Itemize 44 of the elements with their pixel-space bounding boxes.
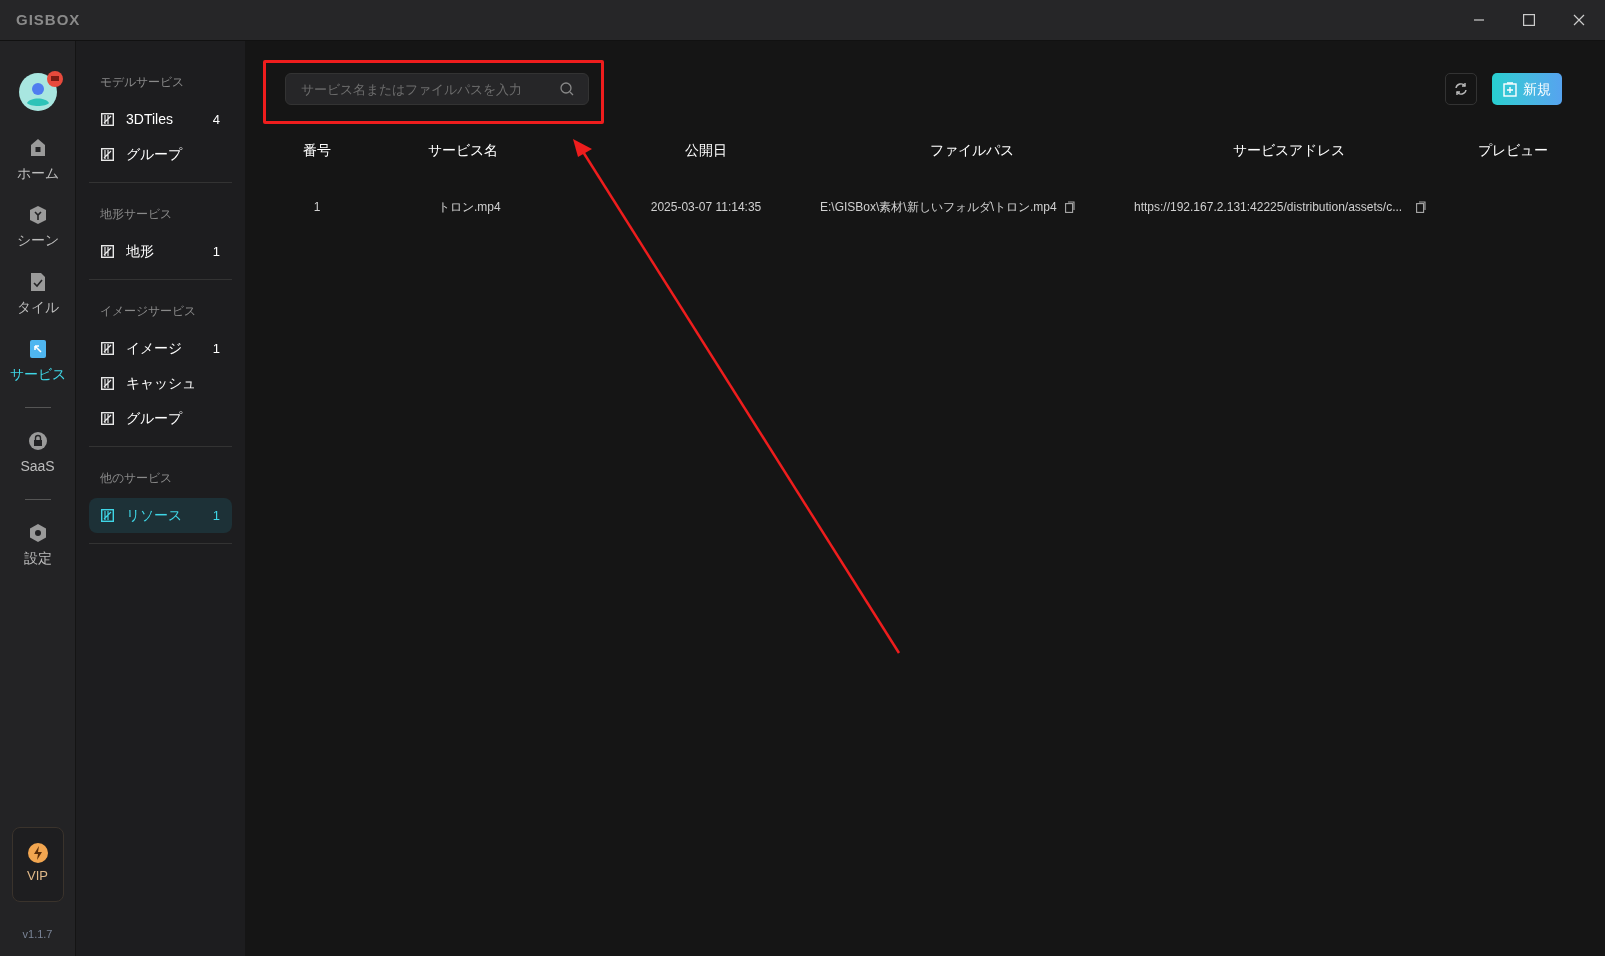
copy-icon[interactable]	[1416, 201, 1427, 213]
nav-item[interactable]: シーン	[2, 194, 73, 261]
section-title: 地形サービス	[99, 206, 173, 223]
table-cell-text: E:\GISBox\素材\新しいフォルダ\トロン.mp4	[820, 199, 1057, 216]
column-header: プレビュー	[1477, 140, 1549, 160]
refresh-icon	[1453, 81, 1469, 97]
column-header: 公開日	[684, 140, 728, 160]
nav-item[interactable]: ホーム	[2, 127, 73, 194]
sidebar-item[interactable]: イメージ 1	[89, 331, 232, 366]
nav-item[interactable]: タイル	[2, 261, 73, 328]
nav-item[interactable]: SaaS	[2, 420, 73, 487]
sidebar-item[interactable]: グループ	[89, 401, 232, 436]
refresh-button[interactable]	[1445, 73, 1477, 105]
table-cell-text: トロン.mp4	[437, 199, 502, 216]
section-title: モデルサービス	[99, 74, 185, 91]
sidebar-item[interactable]: キャッシュ	[89, 366, 232, 401]
nav-item[interactable]: 設定	[2, 512, 73, 579]
maximize-icon	[1523, 14, 1535, 26]
copy-icon[interactable]	[1064, 201, 1075, 213]
column-header: 番号	[302, 140, 332, 160]
table-cell-text: https://192.167.2.131:42225/distribution/assets/c...	[1134, 199, 1403, 216]
sidebar-item[interactable]: 地形 1	[89, 234, 232, 269]
vip-card[interactable]: VIP	[11, 826, 64, 902]
vip-label: VIP	[27, 866, 48, 885]
notification-badge-icon	[46, 71, 63, 87]
column-header: サービス名	[427, 140, 499, 160]
nav-item[interactable]: サービス	[2, 328, 73, 395]
app-logo: GISBOX	[16, 9, 81, 30]
search-icon	[560, 82, 574, 96]
sidebar-item[interactable]: 3DTiles 4	[89, 102, 232, 137]
table-cell-text: 2025-03-07 11:14:35	[649, 199, 763, 216]
sidebar-item[interactable]: リソース 1	[89, 498, 232, 533]
section-title: イメージサービス	[99, 303, 197, 320]
version-label: v1.1.7	[22, 926, 53, 942]
lock-icon	[26, 430, 49, 452]
lightning-icon	[27, 842, 48, 863]
table-cell-text: 1	[312, 199, 322, 216]
avatar-icon[interactable]	[18, 73, 57, 111]
column-header: サービスアドレス	[1232, 140, 1346, 160]
section-title: 他のサービス	[99, 470, 173, 487]
close-icon	[1573, 14, 1585, 26]
sidebar-item[interactable]: グループ	[89, 137, 232, 172]
column-header: ファイルパス	[929, 140, 1015, 160]
add-document-icon	[1503, 81, 1517, 97]
